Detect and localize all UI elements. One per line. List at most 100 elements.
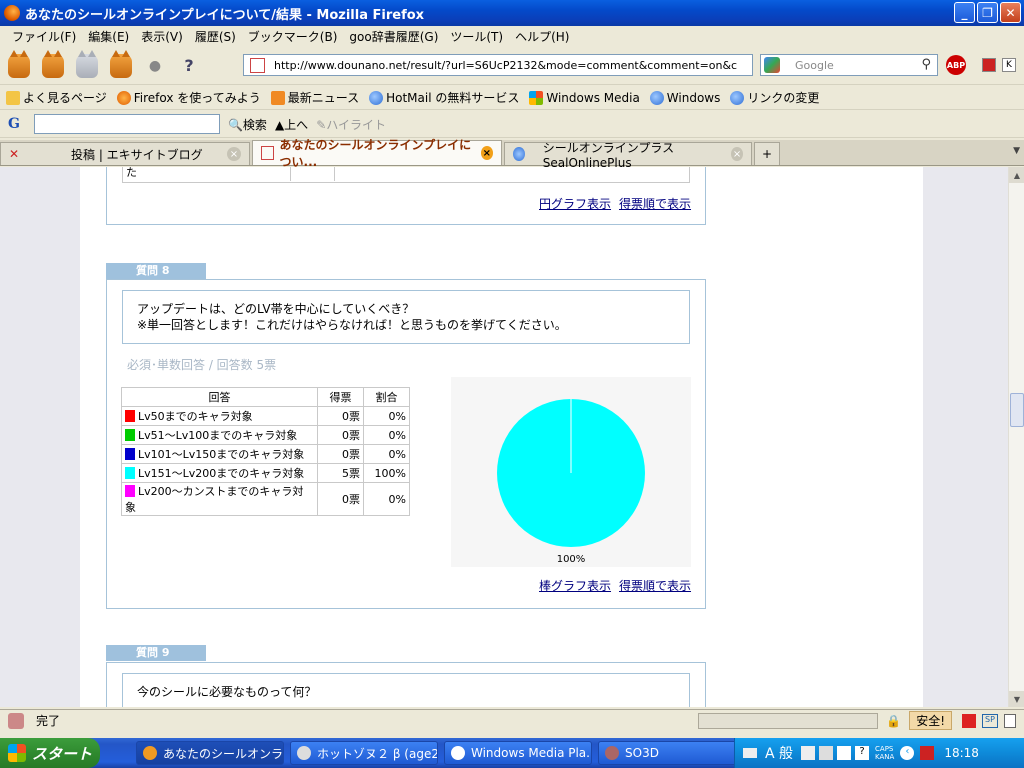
task-so3d[interactable]: SO3D [598, 741, 746, 765]
tray-icon[interactable] [837, 746, 852, 760]
menu-edit[interactable]: 編集(E) [82, 28, 135, 45]
task-firefox[interactable]: あなたのシールオンラ... [136, 741, 284, 765]
task-windows-media-player[interactable]: Windows Media Pla... [444, 741, 592, 765]
tab-list-icon[interactable]: ▼ [1013, 146, 1020, 156]
bookmark-frequent[interactable]: よく見るページ [6, 89, 107, 106]
bookmark-hotmail[interactable]: HotMail の無料サービス [369, 89, 519, 106]
menu-view[interactable]: 表示(V) [135, 28, 189, 45]
votes-cell: 0票 [317, 444, 364, 464]
progress-area [698, 712, 879, 729]
previous-table-tail: た [122, 167, 690, 183]
sort-by-votes-link[interactable]: 得票順で表示 [619, 577, 691, 594]
paw-button[interactable]: ● [140, 51, 170, 81]
keyboard-icon[interactable] [743, 748, 757, 758]
sp-icon[interactable]: SP [982, 713, 998, 728]
goo-highlight-button[interactable]: ✎ハイライト [316, 116, 386, 133]
adblock-icon[interactable]: ABP [946, 55, 966, 75]
tab-close-icon[interactable]: × [731, 147, 744, 161]
help-button[interactable]: ? [174, 51, 204, 81]
menu-bar: ファイル(F) 編集(E) 表示(V) 履歴(S) ブックマーク(B) goo辞… [0, 26, 1024, 47]
menu-help[interactable]: ヘルプ(H) [509, 28, 575, 45]
safe-indicator[interactable]: 安全! [909, 711, 952, 730]
help-icon: ? [184, 56, 194, 75]
minimize-button[interactable]: _ [954, 2, 975, 23]
goo-input[interactable] [33, 114, 220, 134]
tab-excite-blog[interactable]: ✕ 投稿 | エキサイトブログ × [0, 142, 250, 165]
so3d-icon [605, 746, 619, 760]
back-button[interactable] [4, 49, 34, 81]
scroll-thumb[interactable] [1010, 393, 1024, 427]
bookmark-firefox[interactable]: Firefox を使ってみよう [116, 89, 261, 106]
scroll-down-arrow-icon[interactable]: ▼ [1009, 691, 1024, 707]
tab-close-icon[interactable]: × [480, 146, 493, 160]
bookmark-label: Windows Media [546, 90, 640, 105]
goo-logo[interactable]: G [8, 116, 20, 132]
chevron-left-icon[interactable]: ‹ [900, 746, 915, 760]
firefox-icon [116, 90, 131, 105]
goo-up-label: 上へ [284, 117, 309, 132]
pie-chart-link[interactable]: 円グラフ表示 [539, 195, 611, 212]
home-button[interactable] [106, 49, 136, 81]
url-text: http://www.dounano.net/result/?url=S6UcP… [274, 58, 738, 72]
answer-label: Lv50までのキャラ対象 [138, 410, 253, 423]
legend-swatch [125, 448, 135, 460]
menu-file[interactable]: ファイル(F) [6, 28, 82, 45]
bookmark-news[interactable]: 最新ニュース [270, 89, 359, 106]
page-viewport: た 円グラフ表示 得票順で表示 質問 8 アップデートは、どのLV帯を中心にして… [0, 167, 1008, 707]
k-tray-icon[interactable] [920, 746, 935, 760]
goo-search-button[interactable]: 🔍検索 [228, 116, 267, 133]
menu-goo-dict-history[interactable]: goo辞書履歴(G) [343, 28, 444, 45]
task-label: ホットゾヌ２ β (age2... [317, 746, 438, 761]
goo-up-button[interactable]: ▲上へ [275, 116, 308, 133]
help-tray-icon[interactable]: ? [855, 746, 870, 760]
answer-meta: 必須･単数回答 / 回答数 5票 [127, 358, 277, 372]
col-answer-header: 回答 [121, 387, 318, 407]
close-button[interactable]: ✕ [1000, 2, 1021, 23]
tab-survey-result[interactable]: あなたのシールオンラインプレイについ... × [252, 138, 502, 169]
page-icon[interactable] [1004, 713, 1016, 728]
maximize-button[interactable]: ❐ [977, 2, 998, 23]
votes-cell: 0票 [317, 482, 364, 516]
k-icon[interactable]: K [1002, 58, 1016, 72]
flag-icon[interactable] [962, 713, 976, 728]
scroll-up-arrow-icon[interactable]: ▲ [1009, 167, 1024, 183]
start-button[interactable]: スタート [0, 738, 100, 768]
noscript-icon[interactable] [982, 58, 996, 72]
table-row: Lv151～Lv200までのキャラ対象 5票 100% [121, 463, 410, 483]
site-favicon [261, 146, 274, 160]
bookmark-windows-media[interactable]: Windows Media [529, 90, 640, 105]
sort-by-votes-link[interactable]: 得票順で表示 [619, 195, 691, 212]
answer-cell: Lv151～Lv200までのキャラ対象 [121, 463, 318, 483]
ime-indicator[interactable]: A 般 [765, 743, 793, 763]
bookmark-label: リンクの変更 [747, 91, 820, 105]
forward-button[interactable] [38, 49, 68, 81]
menu-history[interactable]: 履歴(S) [189, 28, 242, 45]
new-tab-button[interactable]: + [754, 142, 780, 165]
tray-icon[interactable] [801, 746, 816, 760]
pie-chart-container: 100% [451, 377, 691, 567]
url-bar[interactable]: http://www.dounano.net/result/?url=S6UcP… [243, 54, 753, 76]
vertical-scrollbar[interactable]: ▲ ▼ [1008, 167, 1024, 707]
status-text: 完了 [36, 714, 61, 728]
bookmark-links[interactable]: リンクの変更 [730, 89, 819, 106]
paw-icon: ● [148, 57, 162, 74]
tab-close-icon[interactable]: × [227, 147, 241, 161]
answer-cell: Lv200～カンストまでのキャラ対象 [121, 482, 318, 516]
search-input[interactable]: Google ⚲ [760, 54, 938, 76]
bar-chart-link[interactable]: 棒グラフ表示 [539, 577, 611, 594]
table-row: Lv51～Lv100までのキャラ対象 0票 0% [121, 425, 410, 445]
bookmark-windows[interactable]: Windows [649, 90, 720, 105]
firefox-icon [143, 746, 157, 760]
magnifier-icon[interactable]: ⚲ [921, 57, 931, 72]
goo-search-label: 検索 [242, 117, 267, 132]
question-text-line: 今のシールに必要なものって何？ [137, 685, 317, 699]
task-hotzonu[interactable]: ホットゾヌ２ β (age2... [290, 741, 438, 765]
menu-tools[interactable]: ツール(T) [444, 28, 509, 45]
home-cat-icon [110, 49, 132, 78]
menu-bookmarks[interactable]: ブックマーク(B) [242, 28, 344, 45]
tab-seal-online-plus[interactable]: シールオンラインプラス SealOnlinePlus × [504, 141, 752, 170]
question-text-line: アップデートは、どのLV帯を中心にしていくべき？ [137, 302, 415, 316]
tray-icon[interactable] [819, 746, 834, 760]
reload-button[interactable] [72, 49, 102, 81]
navigation-toolbar: ● ? http://www.dounano.net/result/?url=S… [0, 47, 1024, 85]
